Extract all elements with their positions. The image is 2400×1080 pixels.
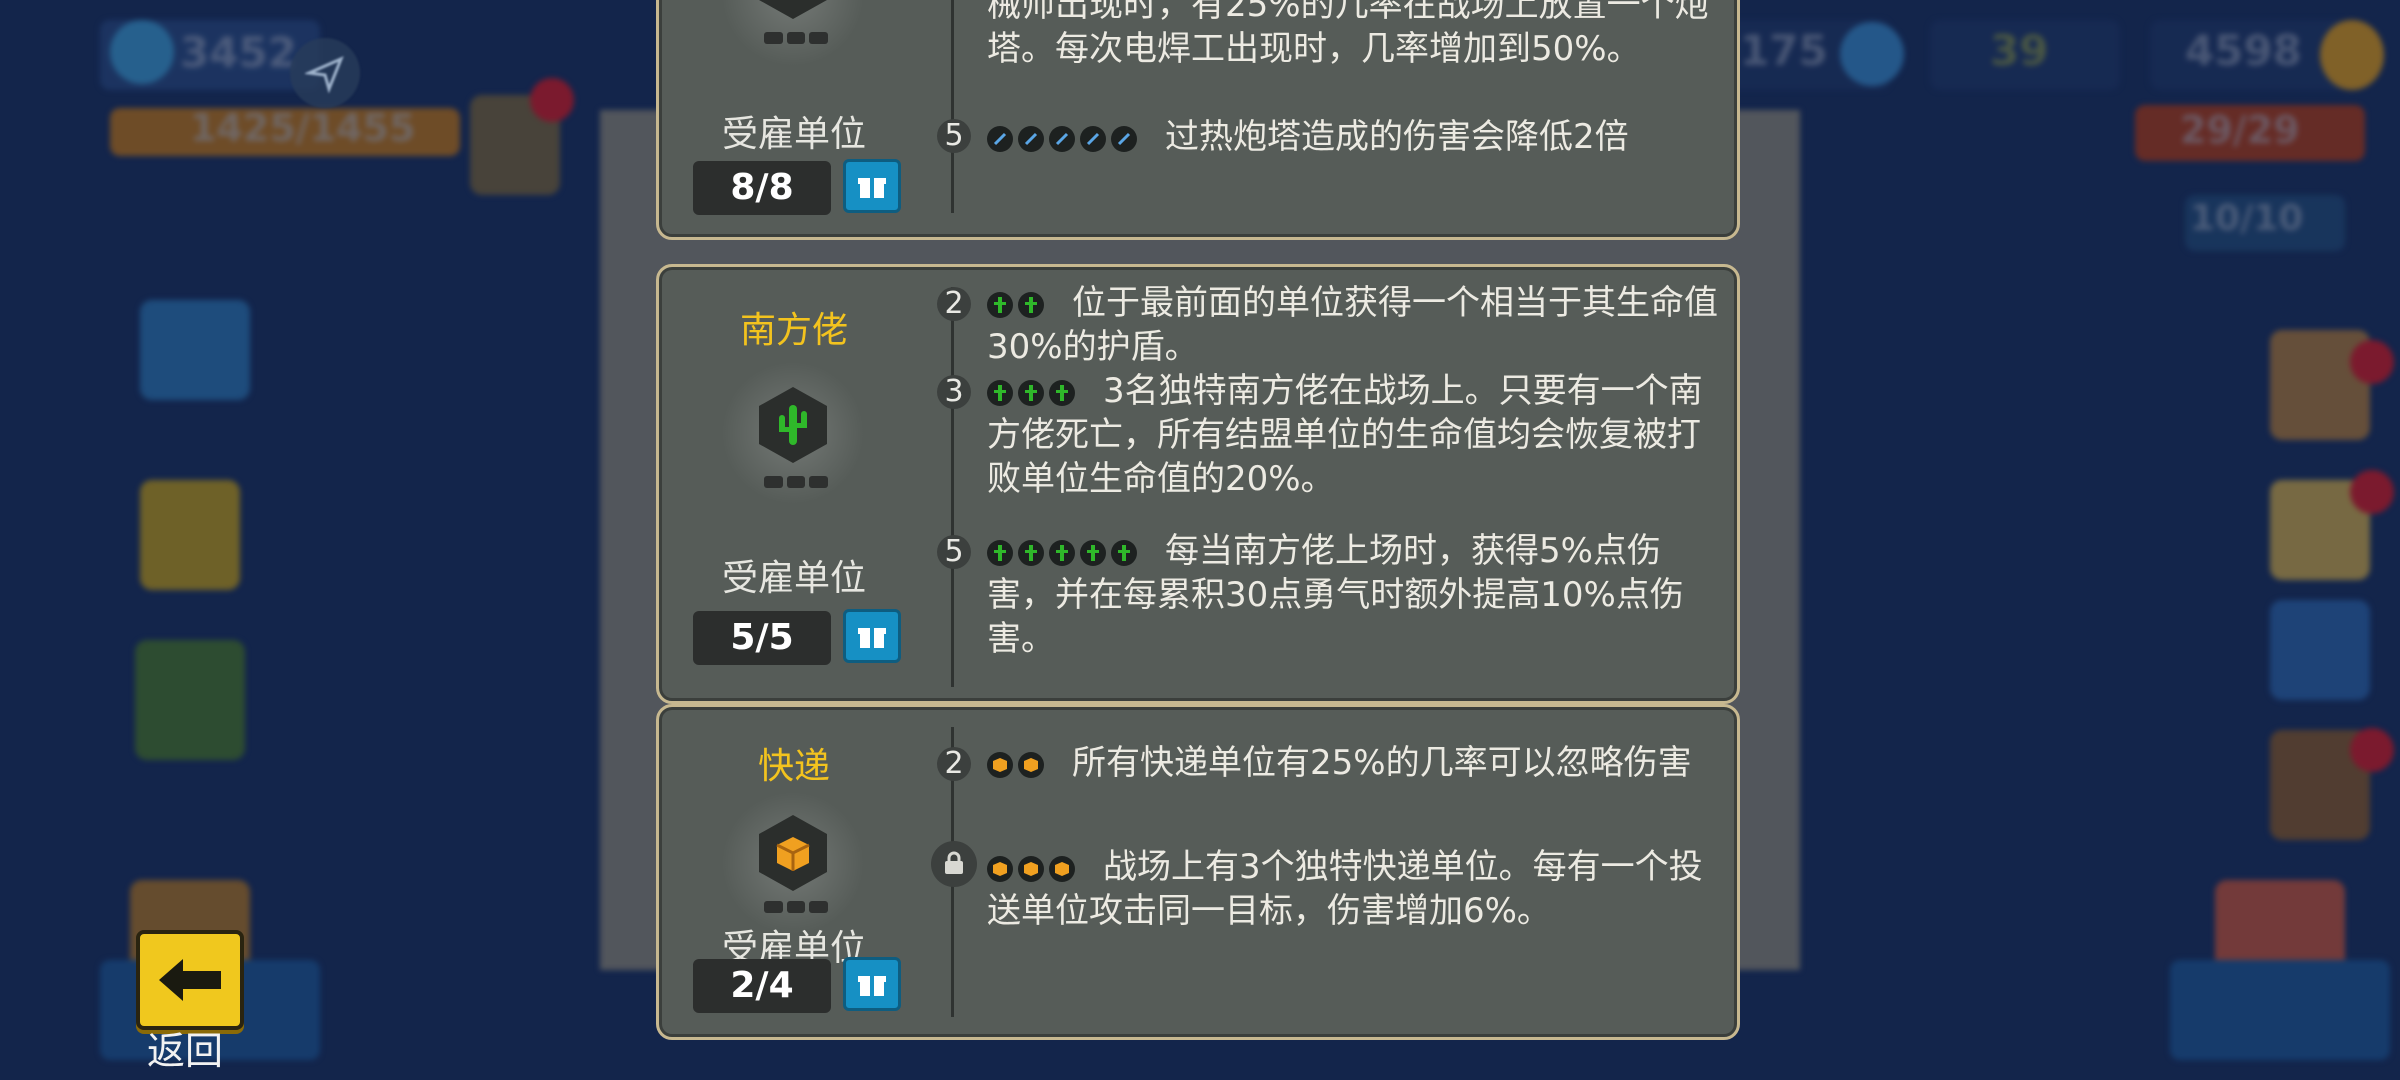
level-pips <box>764 476 829 488</box>
level-pips <box>764 32 829 44</box>
tier-description: 位于最前面的单位获得一个相当于其生命值30%的护盾。 <box>987 283 1718 367</box>
tier-description: 械师出现时，有25%的几率在战场上放置一个炮塔。每次电焊工出现时，几率增加到50… <box>987 0 1709 69</box>
wrench-dot-icon <box>987 125 1013 152</box>
tier-dots <box>987 539 1137 566</box>
tier-dots <box>987 751 1044 778</box>
cactus-dot-icon <box>1018 539 1044 566</box>
hired-count: 5/5 <box>693 611 831 665</box>
hired-count: 2/4 <box>693 959 831 1013</box>
card-left-column: 受雇单位 8/8 <box>659 0 929 237</box>
arrow-left-icon <box>136 930 244 1030</box>
tier-description: 3名独特南方佬在战场上。只要有一个南方佬死亡，所有结盟单位的生命值均会恢复被打败… <box>987 371 1703 499</box>
tier-dots <box>987 855 1075 882</box>
package-dot-icon <box>1018 855 1044 882</box>
tier-dots <box>987 125 1137 152</box>
hired-units-label: 受雇单位 <box>721 558 866 599</box>
package-dot-icon <box>987 855 1013 882</box>
cactus-dot-icon <box>1049 379 1075 406</box>
tier-number: 5 <box>937 119 971 153</box>
tier-dots <box>987 379 1075 406</box>
package-dot-icon <box>987 751 1013 778</box>
tier-number: 2 <box>937 747 971 781</box>
wrench-dot-icon <box>1111 125 1137 152</box>
tier-description: 所有快递单位有25%的几率可以忽略伤害 <box>987 741 1727 785</box>
cactus-dot-icon <box>987 291 1013 318</box>
hired-units-label: 受雇单位 <box>721 114 866 155</box>
gift-button[interactable] <box>843 609 901 663</box>
wrench-dot-icon <box>1080 125 1106 152</box>
synergy-card-courier: 快递 受雇单位 2/4 2 所有快递单位有25%的几率可以忽略伤害 战场上有3个… <box>656 704 1740 1040</box>
faction-name: 快递 <box>757 746 830 787</box>
card-left-column: 南方佬 受雇单位 5/5 <box>659 267 929 701</box>
back-button[interactable]: 返回 <box>100 930 270 1073</box>
cactus-dot-icon <box>1111 539 1137 566</box>
back-button-label: 返回 <box>146 1029 223 1073</box>
cactus-dot-icon <box>987 539 1013 566</box>
cactus-dot-icon <box>1018 379 1044 406</box>
wrench-dot-icon <box>1049 125 1075 152</box>
tier-number: 5 <box>937 535 971 569</box>
level-pips <box>764 901 829 913</box>
cactus-dot-icon <box>1049 539 1075 566</box>
share-icon[interactable] <box>290 38 360 108</box>
package-dot-icon <box>1049 855 1075 882</box>
tier-dots <box>987 291 1044 318</box>
tier-description: 每当南方佬上场时，获得5%点伤害，并在每累积30点勇气时额外提高10%点伤害。 <box>987 531 1684 659</box>
faction-name: 南方佬 <box>739 310 848 351</box>
cactus-dot-icon <box>1018 291 1044 318</box>
hired-count: 8/8 <box>693 161 831 215</box>
synergy-card-southerner: 南方佬 受雇单位 5/5 2 位于最前面的单位获得一个相当于其生命值30%的护盾… <box>656 264 1740 704</box>
synergy-card-engineer: 受雇单位 8/8 械师出现时，有25%的几率在战场上放置一个炮塔。每次电焊工出现… <box>656 0 1740 240</box>
synergy-panel[interactable]: 受雇单位 8/8 械师出现时，有25%的几率在战场上放置一个炮塔。每次电焊工出现… <box>656 0 1744 1050</box>
tier-number: 2 <box>937 287 971 321</box>
gift-button[interactable] <box>843 159 901 213</box>
package-dot-icon <box>1018 751 1044 778</box>
wrench-dot-icon <box>1018 125 1044 152</box>
gift-button[interactable] <box>843 957 901 1011</box>
tier-description: 过热炮塔造成的伤害会降低2倍 <box>987 115 1727 159</box>
tier-number: 3 <box>937 375 971 409</box>
cactus-dot-icon <box>1080 539 1106 566</box>
card-left-column: 快递 受雇单位 2/4 <box>659 707 929 1037</box>
cactus-dot-icon <box>987 379 1013 406</box>
lock-icon <box>931 841 977 887</box>
tier-description: 战场上有3个独特快递单位。每有一个投送单位攻击同一目标，伤害增加6%。 <box>987 847 1703 931</box>
